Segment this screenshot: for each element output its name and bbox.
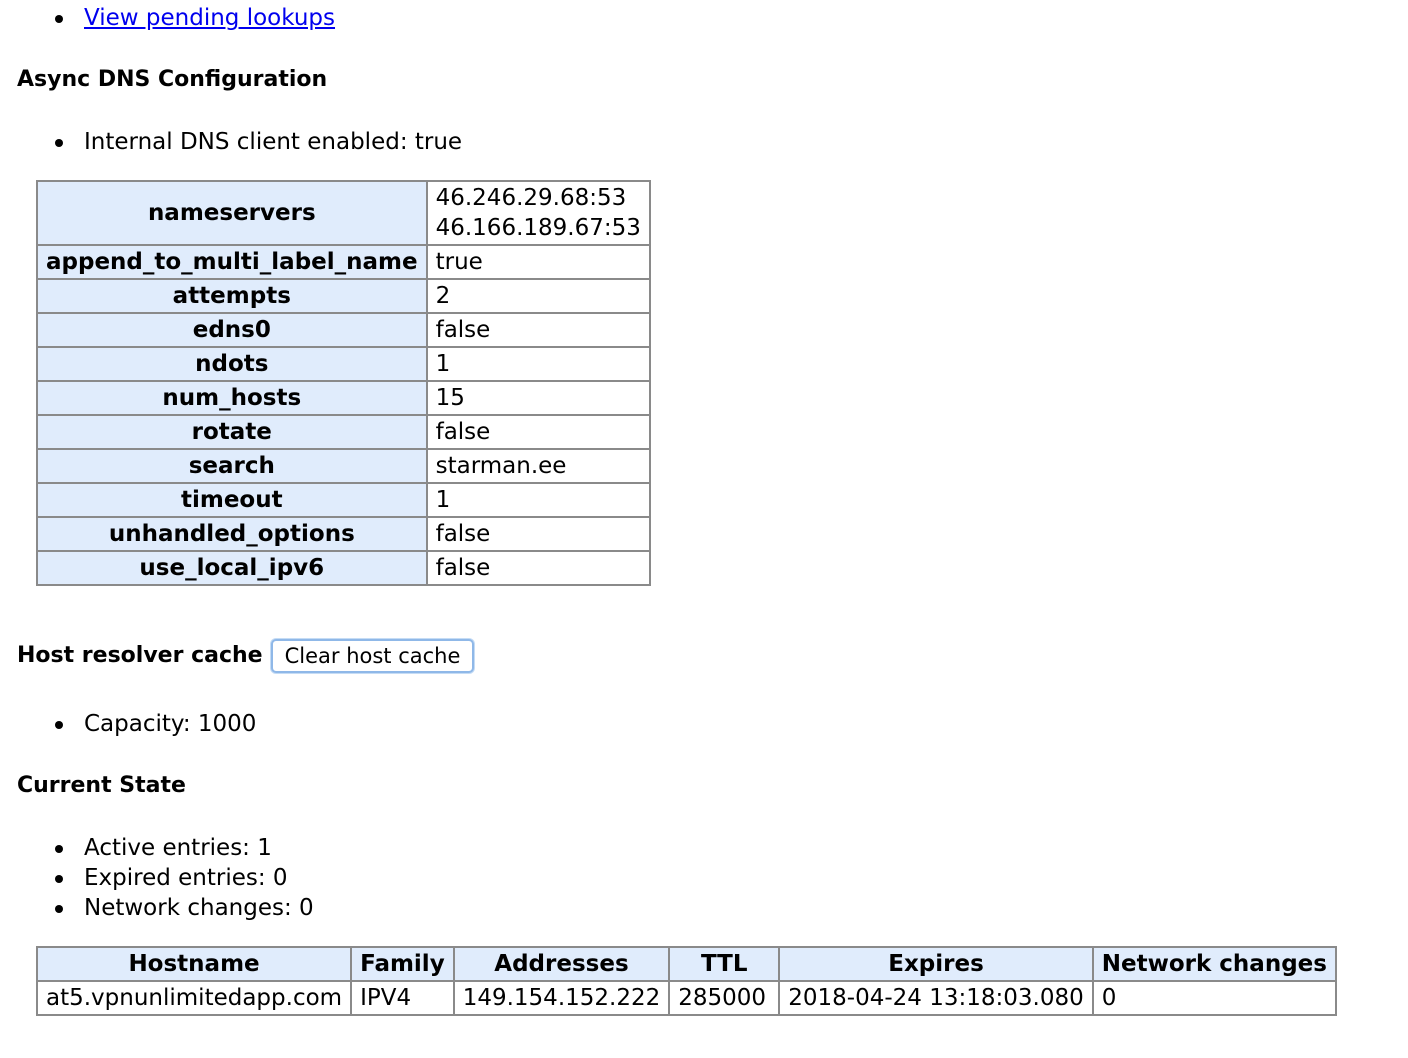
current-state-heading: Current State <box>17 773 186 798</box>
config-key: append_to_multi_label_name <box>36 244 428 280</box>
config-key: nameservers <box>36 180 428 246</box>
table-row: at5.vpnunlimitedapp.com IPV4 149.154.152… <box>35 980 1337 1016</box>
expired-entries-stat: Expired entries: 0 <box>84 865 288 891</box>
table-header-row: Hostname Family Addresses TTL Expires Ne… <box>35 946 1337 982</box>
async-dns-info-list: Internal DNS client enabled: true <box>0 127 462 157</box>
cell-hostname: at5.vpnunlimitedapp.com <box>35 980 353 1016</box>
column-header-network-changes: Network changes <box>1091 946 1337 982</box>
config-key: rotate <box>36 414 428 450</box>
table-row: rotate false <box>36 414 651 450</box>
host-cache-heading: Host resolver cache <box>17 643 263 668</box>
config-value: 2 <box>425 278 651 314</box>
table-row: ndots 1 <box>36 346 651 382</box>
config-value: starman.ee <box>425 448 651 484</box>
config-key: unhandled_options <box>36 516 428 552</box>
async-dns-heading: Async DNS Configuration <box>17 67 328 92</box>
list-item: Internal DNS client enabled: true <box>0 127 462 157</box>
cache-capacity: Capacity: 1000 <box>84 711 257 737</box>
table-row: nameservers 46.246.29.68:53 46.166.189.6… <box>36 180 651 246</box>
list-item: Active entries: 1 <box>0 833 314 863</box>
cache-entries-table: Hostname Family Addresses TTL Expires Ne… <box>35 946 1337 1016</box>
config-key: timeout <box>36 482 428 518</box>
table-row: attempts 2 <box>36 278 651 314</box>
active-entries-stat: Active entries: 1 <box>84 835 272 861</box>
table-row: search starman.ee <box>36 448 651 484</box>
config-key: edns0 <box>36 312 428 348</box>
list-item: Network changes: 0 <box>0 893 314 923</box>
config-value: false <box>425 414 651 450</box>
list-item: View pending lookups <box>0 3 335 33</box>
bullet-icon <box>55 139 63 147</box>
host-cache-header: Host resolver cache Clear host cache <box>17 639 475 673</box>
host-cache-info-list: Capacity: 1000 <box>0 709 256 739</box>
column-header-expires: Expires <box>778 946 1094 982</box>
config-value: 1 <box>425 346 651 382</box>
network-changes-stat: Network changes: 0 <box>84 895 314 921</box>
config-value: false <box>425 312 651 348</box>
column-header-family: Family <box>350 946 455 982</box>
cell-ttl: 285000 <box>668 980 781 1016</box>
clear-host-cache-button[interactable]: Clear host cache <box>270 639 475 673</box>
config-value: true <box>425 244 651 280</box>
table-row: edns0 false <box>36 312 651 348</box>
config-key: ndots <box>36 346 428 382</box>
cell-network-changes: 0 <box>1091 980 1337 1016</box>
bullet-icon <box>55 905 63 913</box>
dns-config-table: nameservers 46.246.29.68:53 46.166.189.6… <box>36 180 651 586</box>
config-key: attempts <box>36 278 428 314</box>
table-row: use_local_ipv6 false <box>36 550 651 586</box>
config-value: false <box>425 550 651 586</box>
table-row: timeout 1 <box>36 482 651 518</box>
config-key: search <box>36 448 428 484</box>
bullet-icon <box>55 875 63 883</box>
internal-dns-client-status: Internal DNS client enabled: true <box>84 129 463 155</box>
bullet-icon <box>55 721 63 729</box>
table-row: unhandled_options false <box>36 516 651 552</box>
cell-family: IPV4 <box>350 980 455 1016</box>
bullet-icon <box>55 845 63 853</box>
config-key: num_hosts <box>36 380 428 416</box>
list-item: Capacity: 1000 <box>0 709 256 739</box>
config-value: 1 <box>425 482 651 518</box>
list-item: Expired entries: 0 <box>0 863 314 893</box>
top-link-list: View pending lookups <box>0 3 335 33</box>
config-value: 15 <box>425 380 651 416</box>
config-value-nameservers: 46.246.29.68:53 46.166.189.67:53 <box>425 180 651 246</box>
cell-expires: 2018-04-24 13:18:03.080 <box>778 980 1094 1016</box>
view-pending-lookups-link[interactable]: View pending lookups <box>84 5 335 31</box>
config-key: use_local_ipv6 <box>36 550 428 586</box>
table-row: append_to_multi_label_name true <box>36 244 651 280</box>
column-header-ttl: TTL <box>668 946 781 982</box>
table-row: num_hosts 15 <box>36 380 651 416</box>
nameserver-entry: 46.246.29.68:53 <box>435 185 627 211</box>
cell-addresses: 149.154.152.222 <box>452 980 671 1016</box>
nameserver-entry: 46.166.189.67:53 <box>435 215 641 241</box>
bullet-icon <box>55 15 63 23</box>
column-header-addresses: Addresses <box>452 946 671 982</box>
current-state-stats-list: Active entries: 1 Expired entries: 0 Net… <box>0 833 314 923</box>
config-value: false <box>425 516 651 552</box>
column-header-hostname: Hostname <box>35 946 353 982</box>
